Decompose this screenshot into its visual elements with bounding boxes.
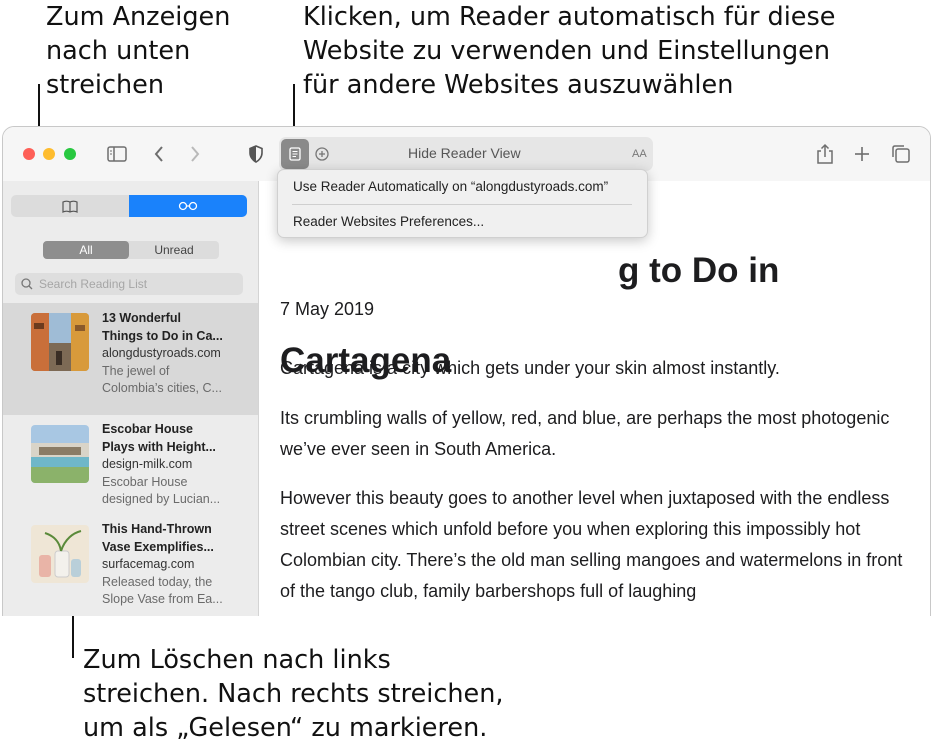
item-description: Released today, the Slope Vase from Ea..…: [102, 574, 223, 607]
glasses-icon: [178, 201, 198, 211]
menu-item-use-reader-automatically[interactable]: Use Reader Automatically on “alongdustyr…: [293, 177, 608, 197]
text-size-button[interactable]: AA: [632, 148, 647, 160]
callout-swipe-down: Zum Anzeigen nach unten streichen: [46, 2, 231, 100]
bookmarks-tab[interactable]: [11, 195, 129, 217]
reader-article: g to Do in Cartagena 7 May 2019 Cartagen…: [280, 181, 930, 616]
book-icon: [62, 200, 78, 213]
search-icon: [21, 278, 33, 290]
item-description: The jewel of Colombia’s cities, C...: [102, 363, 222, 396]
article-paragraph: However this beauty goes to another leve…: [280, 488, 903, 601]
address-bar-title: Hide Reader View: [408, 145, 521, 161]
reading-list-item[interactable]: 13 Wonderful Things to Do in Ca... along…: [3, 303, 258, 415]
reading-list-sidebar: All Unread Search Reading List 13 Wonder…: [3, 181, 259, 616]
item-text: This Hand-Thrown Vase Exemplifies... sur…: [102, 521, 232, 609]
forward-icon[interactable]: [185, 141, 205, 167]
vase-thumbnail: [31, 525, 89, 583]
house-thumbnail: [31, 425, 89, 483]
cartagena-street-thumbnail: [31, 313, 89, 371]
back-icon[interactable]: [149, 141, 169, 167]
item-site: design-milk.com: [102, 457, 193, 471]
new-tab-icon[interactable]: [851, 141, 873, 167]
reader-options-menu: Use Reader Automatically on “alongdustyr…: [277, 169, 648, 238]
callout-swipe-delete: Zum Löschen nach links streichen. Nach r…: [83, 645, 504, 743]
article-paragraph: Cartagena is a city which gets under you…: [280, 358, 780, 378]
item-title: Escobar House Plays with Height...: [102, 422, 216, 454]
reader-icon: [289, 147, 301, 161]
callout-reader-button: Klicken, um Reader automatisch für diese…: [303, 2, 836, 100]
reading-list-item[interactable]: Escobar House Plays with Height... desig…: [3, 417, 258, 529]
reader-view-button[interactable]: [281, 139, 309, 169]
close-window-button[interactable]: [23, 148, 35, 160]
item-site: alongdustyroads.com: [102, 346, 221, 360]
reading-list-item[interactable]: This Hand-Thrown Vase Exemplifies... sur…: [3, 517, 258, 616]
item-text: 13 Wonderful Things to Do in Ca... along…: [102, 310, 232, 398]
article-date: 7 May 2019: [280, 299, 375, 319]
item-title: This Hand-Thrown Vase Exemplifies...: [102, 522, 214, 554]
item-description: Escobar House designed by Lucian...: [102, 474, 221, 507]
item-site: surfacemag.com: [102, 557, 195, 571]
share-icon[interactable]: [814, 141, 836, 167]
sidebar-segmented-control: [11, 195, 247, 217]
menu-divider: [292, 204, 632, 205]
article-title-line: g to Do in: [618, 251, 780, 290]
minimize-window-button[interactable]: [43, 148, 55, 160]
reading-list-filter: All Unread: [43, 241, 219, 259]
filter-unread-button[interactable]: Unread: [129, 241, 219, 259]
filter-all-button[interactable]: All: [43, 241, 129, 259]
item-text: Escobar House Plays with Height... desig…: [102, 421, 232, 509]
search-placeholder: Search Reading List: [39, 277, 148, 291]
article-paragraph: Its crumbling walls of yellow, red, and …: [280, 408, 890, 459]
tab-overview-icon[interactable]: [890, 141, 912, 167]
privacy-shield-icon[interactable]: [246, 141, 266, 167]
menu-item-reader-preferences[interactable]: Reader Websites Preferences...: [293, 212, 484, 232]
reading-list-tab[interactable]: [129, 195, 247, 217]
search-field[interactable]: Search Reading List: [15, 273, 243, 295]
item-title: 13 Wonderful Things to Do in Ca...: [102, 311, 223, 343]
zoom-window-button[interactable]: [64, 148, 76, 160]
extensions-icon[interactable]: [314, 145, 330, 163]
sidebar-toggle-icon[interactable]: [105, 141, 129, 167]
